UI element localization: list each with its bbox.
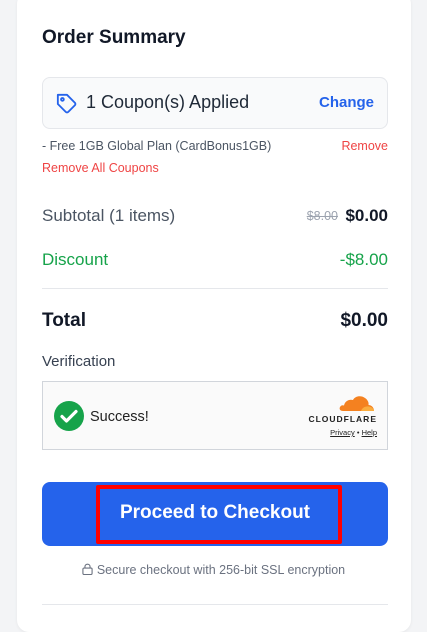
link-separator: •	[356, 428, 360, 437]
verification-status: Success!	[90, 409, 149, 425]
total-value: $0.00	[340, 310, 388, 331]
verification-label: Verification	[42, 353, 116, 370]
footer-divider	[42, 604, 388, 605]
cloudflare-brand: CLOUDFLARE	[308, 414, 377, 424]
subtotal-original-price: $8.00	[306, 209, 338, 223]
coupon-item-text: - Free 1GB Global Plan (CardBonus1GB)	[42, 139, 272, 153]
remove-coupon-link[interactable]: Remove	[341, 139, 388, 153]
checkout-highlight-box	[96, 485, 342, 544]
secure-note-text: Secure checkout with 256-bit SSL encrypt…	[96, 563, 346, 577]
subtotal-label: Subtotal (1 items)	[42, 206, 176, 225]
change-coupon-link[interactable]: Change	[319, 94, 374, 111]
summary-divider	[42, 288, 388, 289]
order-summary-title: Order Summary	[42, 27, 186, 48]
tag-icon	[56, 93, 77, 114]
check-circle-icon	[54, 401, 84, 431]
subtotal-value: $0.00	[345, 206, 388, 225]
cloudflare-turnstile-widget[interactable]: Success! CLOUDFLARE Privacy • Help	[42, 381, 388, 450]
remove-all-coupons-link[interactable]: Remove All Coupons	[42, 161, 159, 175]
discount-value: -$8.00	[339, 250, 388, 269]
total-label: Total	[42, 310, 86, 331]
secure-checkout-note: Secure checkout with 256-bit SSL encrypt…	[0, 563, 427, 577]
coupon-status: 1 Coupon(s) Applied	[86, 92, 250, 112]
privacy-link[interactable]: Privacy	[330, 428, 355, 437]
cloudflare-logo-icon	[339, 396, 374, 411]
lock-icon	[82, 563, 93, 575]
discount-label: Discount	[42, 250, 109, 269]
cloudflare-links: Privacy • Help	[330, 428, 377, 437]
help-link[interactable]: Help	[362, 428, 377, 437]
coupon-applied-box: 1 Coupon(s) Applied Change	[42, 77, 388, 129]
